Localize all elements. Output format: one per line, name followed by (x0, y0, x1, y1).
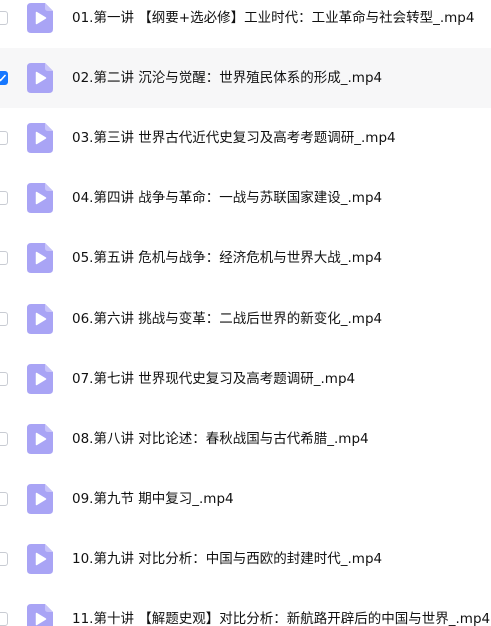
file-name[interactable]: 03.第三讲 世界古代近代史复习及高考考题调研_.mp4 (72, 129, 396, 147)
file-row[interactable]: 01.第一讲 【纲要+选必修】工业时代：工业革命与社会转型_.mp4 (0, 0, 491, 48)
row-checkbox[interactable] (0, 191, 8, 205)
video-file-icon (27, 3, 53, 33)
file-row[interactable]: 09.第九节 期中复习_.mp4 (0, 469, 491, 529)
file-row[interactable]: 08.第八讲 对比论述：春秋战国与古代希腊_.mp4 (0, 409, 491, 469)
file-row[interactable]: 10.第九讲 对比分析：中国与西欧的封建时代_.mp4 (0, 529, 491, 589)
video-file-icon (27, 604, 53, 626)
video-file-icon (27, 484, 53, 514)
file-list: 01.第一讲 【纲要+选必修】工业时代：工业革命与社会转型_.mp4 02.第二讲… (0, 0, 491, 626)
video-file-icon (27, 364, 53, 394)
row-checkbox[interactable] (0, 131, 8, 145)
video-file-icon (27, 123, 53, 153)
row-checkbox[interactable] (0, 612, 8, 626)
file-name[interactable]: 06.第六讲 挑战与变革：二战后世界的新变化_.mp4 (72, 310, 382, 328)
file-row[interactable]: 02.第二讲 沉沦与觉醒：世界殖民体系的形成_.mp4 (0, 48, 491, 108)
row-checkbox[interactable] (0, 11, 8, 25)
row-checkbox[interactable] (0, 552, 8, 566)
video-file-icon (27, 183, 53, 213)
row-checkbox[interactable] (0, 251, 8, 265)
row-checkbox[interactable] (0, 71, 8, 85)
file-name[interactable]: 10.第九讲 对比分析：中国与西欧的封建时代_.mp4 (72, 550, 382, 568)
file-name[interactable]: 01.第一讲 【纲要+选必修】工业时代：工业革命与社会转型_.mp4 (72, 9, 474, 27)
file-name[interactable]: 08.第八讲 对比论述：春秋战国与古代希腊_.mp4 (72, 430, 369, 448)
file-name[interactable]: 09.第九节 期中复习_.mp4 (72, 490, 234, 508)
file-row[interactable]: 03.第三讲 世界古代近代史复习及高考考题调研_.mp4 (0, 108, 491, 168)
checkmark-icon (0, 74, 6, 82)
file-name[interactable]: 05.第五讲 危机与战争：经济危机与世界大战_.mp4 (72, 249, 382, 267)
video-file-icon (27, 424, 53, 454)
video-file-icon (27, 63, 53, 93)
video-file-icon (27, 304, 53, 334)
file-name[interactable]: 07.第七讲 世界现代史复习及高考题调研_.mp4 (72, 370, 355, 388)
file-row[interactable]: 04.第四讲 战争与革命：一战与苏联国家建设_.mp4 (0, 168, 491, 228)
video-file-icon (27, 544, 53, 574)
file-name[interactable]: 02.第二讲 沉沦与觉醒：世界殖民体系的形成_.mp4 (72, 69, 382, 87)
row-checkbox[interactable] (0, 432, 8, 446)
row-checkbox[interactable] (0, 312, 8, 326)
row-checkbox[interactable] (0, 372, 8, 386)
file-row[interactable]: 07.第七讲 世界现代史复习及高考题调研_.mp4 (0, 349, 491, 409)
video-file-icon (27, 243, 53, 273)
file-name[interactable]: 11.第十讲 【解题史观】对比分析：新航路开辟后的中国与世界_.mp4 (72, 610, 490, 626)
file-row[interactable]: 05.第五讲 危机与战争：经济危机与世界大战_.mp4 (0, 228, 491, 288)
file-row[interactable]: 06.第六讲 挑战与变革：二战后世界的新变化_.mp4 (0, 289, 491, 349)
file-row[interactable]: 11.第十讲 【解题史观】对比分析：新航路开辟后的中国与世界_.mp4 (0, 589, 491, 626)
row-checkbox[interactable] (0, 492, 8, 506)
file-name[interactable]: 04.第四讲 战争与革命：一战与苏联国家建设_.mp4 (72, 189, 382, 207)
